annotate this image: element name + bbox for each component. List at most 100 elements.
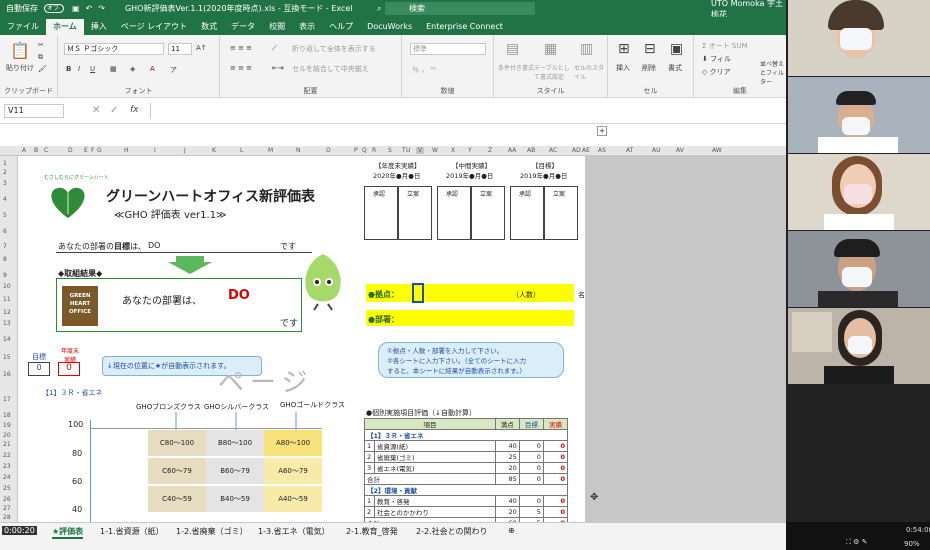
group-font: ＭＳ Ｐゴシック 11 A↑ B I U ▦ ◈ A ア フォント [58, 35, 220, 98]
delete-cells-button[interactable]: 削除 [642, 63, 656, 73]
function-icon[interactable]: fx [130, 105, 139, 115]
paste-icon[interactable]: 📋 [10, 41, 30, 60]
merge-center-button[interactable]: セルを結合して中央揃え [292, 64, 369, 74]
format-painter-icon[interactable]: 🖌 [38, 65, 47, 73]
expand-icon[interactable]: + [597, 126, 607, 136]
align-left-icon[interactable]: ≡ ≡ ≡ [230, 64, 252, 72]
table-row: 1 省資源(紙) 40 0 0 [364, 440, 569, 452]
fill-button[interactable]: ⬇ フィル [702, 54, 731, 64]
format-cells-icon[interactable]: ▣ [670, 41, 683, 57]
search-box[interactable]: ⌕ 検索 [377, 2, 535, 15]
sheet-tab-evaluation[interactable]: ★評価表 [52, 526, 84, 539]
insert-cells-icon[interactable]: ⊞ [618, 41, 630, 57]
grade-a-60: A60～79 [264, 458, 322, 484]
sheet-tab-energy[interactable]: 1-3.省エネ（電気） [258, 526, 330, 537]
undo-icon[interactable]: ↶ [86, 4, 93, 13]
tab-review[interactable]: 校閲 [262, 19, 292, 35]
fullscreen-icon[interactable]: ⛶ ⚙ ✎ [846, 538, 868, 547]
phonetic-icon[interactable]: ア [170, 65, 177, 75]
border-icon[interactable]: ▦ [110, 65, 117, 73]
grade-c-60: C60～79 [148, 458, 206, 484]
orientation-icon[interactable]: ⟋ [272, 44, 277, 53]
sort-filter-button[interactable]: 並べ替えとフィルター [760, 59, 786, 86]
save-icon[interactable]: ▣ [72, 4, 80, 13]
table-row: 合計 85 0 0 [364, 473, 569, 485]
tab-help[interactable]: ヘルプ [322, 19, 360, 35]
conditional-format-button[interactable]: 条件付き書式 [498, 63, 534, 72]
table-format-icon[interactable]: ▦ [544, 41, 557, 57]
grade-a-80: A80～100 [264, 430, 322, 456]
autosave-label: 自動保存 [6, 4, 38, 13]
cell-style-button[interactable]: セルのスタイル [574, 63, 606, 81]
cell-style-icon[interactable]: ▥ [580, 41, 593, 57]
side-char: 名 [578, 291, 585, 299]
section1-title: 【1】３Ｒ・省エネ [42, 389, 103, 397]
formula-bar: V11 ✕ ✓ fx [0, 98, 786, 124]
underline-button[interactable]: U [90, 65, 95, 73]
people-label: （人数） [512, 291, 540, 299]
sheet-tab-education[interactable]: 2-1.教育_啓発 [346, 526, 398, 537]
table-row: 1 教育・啓発 40 0 0 [364, 495, 569, 507]
cut-icon[interactable]: ✂ [38, 41, 44, 49]
name-box[interactable]: V11 [4, 104, 64, 118]
table-row: 【1】３Ｒ・省エネ [364, 429, 568, 441]
tab-docuworks[interactable]: DocuWorks [360, 19, 419, 35]
font-name-select[interactable]: ＭＳ Ｐゴシック [64, 43, 164, 55]
selected-cell-v11[interactable] [412, 283, 424, 303]
video-zoom: 90% [904, 540, 920, 548]
copy-icon[interactable]: ⧉ [38, 53, 43, 62]
dept-label: ●部署： [368, 315, 399, 324]
face-mask [848, 336, 872, 354]
formula-input[interactable] [150, 103, 780, 119]
sheet-tab-waste[interactable]: 1-2.省廃棄（ゴミ） [176, 526, 248, 537]
enter-icon[interactable]: ✓ [110, 105, 118, 116]
autosave-toggle[interactable]: オフ [44, 4, 64, 13]
conditional-format-icon[interactable]: ▤ [506, 41, 519, 57]
wrap-text-button[interactable]: 折り返して全体を表示する [292, 44, 376, 54]
format-cells-button[interactable]: 書式 [668, 63, 682, 73]
number-format-select[interactable]: 標準 [410, 43, 486, 55]
cancel-icon[interactable]: ✕ [92, 105, 100, 116]
row-headers: 1 2 3 4 5 6 7 8 9 10 11 12 13 14 15 16 1… [0, 156, 18, 522]
sign-box-4[interactable]: 立案 [471, 186, 505, 240]
sign-box-5[interactable]: 承認 [510, 186, 544, 240]
clear-button[interactable]: ◇ クリア [702, 67, 731, 77]
grade-b-60: B60～79 [206, 458, 264, 484]
align-top-icon[interactable]: ≡ ≡ ≡ [230, 44, 252, 52]
yaxis-100: 100 [68, 420, 84, 429]
sign-box-1[interactable]: 承認 [364, 186, 398, 240]
tab-view[interactable]: 表示 [292, 19, 322, 35]
font-color-icon[interactable]: A [150, 65, 155, 73]
down-arrow-icon [168, 256, 212, 274]
autosum-button[interactable]: Σ オート SUM [702, 41, 748, 51]
sheet-tabs-bar: 0:00:20 ★評価表 1-1.省資源（紙） 1-2.省廃棄（ゴミ） 1-3.… [0, 522, 786, 539]
yaxis-80: 80 [72, 449, 83, 458]
insert-cells-button[interactable]: 挿入 [616, 63, 630, 73]
sheet-tab-paper[interactable]: 1-1.省資源（紙） [100, 526, 164, 537]
target-label: 目標 [32, 353, 46, 361]
tab-data[interactable]: データ [224, 19, 262, 35]
table-format-button[interactable]: テーブルとして書式設定 [534, 63, 572, 81]
sheet-tab-society[interactable]: 2-2.社会との関わり [416, 526, 488, 537]
redo-icon[interactable]: ↷ [98, 4, 105, 13]
font-size-select[interactable]: 11 [168, 43, 192, 55]
sign-box-2[interactable]: 立案 [398, 186, 432, 240]
tab-insert[interactable]: 挿入 [84, 19, 114, 35]
tab-file[interactable]: ファイル [0, 19, 46, 35]
percent-icon[interactable]: ％ ， ⁰⁰ [412, 65, 436, 75]
fill-color-icon[interactable]: ◈ [130, 65, 135, 73]
worksheet-page[interactable]: むさしむらにグリーンハート グリーンハートオフィス新評価表 ≪GHO 評価表 v… [18, 156, 585, 529]
font-grow-icon[interactable]: A↑ [196, 44, 207, 52]
paste-button[interactable]: 貼り付け [6, 63, 34, 73]
tab-home[interactable]: ホーム [46, 19, 84, 35]
indent-icon[interactable]: ⇤⇥ [272, 64, 284, 72]
tab-enterprise-connect[interactable]: Enterprise Connect [419, 19, 510, 35]
add-sheet-icon[interactable]: ⊕ [508, 526, 515, 535]
sign-box-3[interactable]: 承認 [437, 186, 471, 240]
italic-button[interactable]: I [78, 65, 80, 73]
tab-formulas[interactable]: 数式 [194, 19, 224, 35]
tab-page-layout[interactable]: ページ レイアウト [114, 19, 194, 35]
bold-button[interactable]: B [66, 65, 71, 73]
delete-cells-icon[interactable]: ⊟ [644, 41, 656, 57]
sign-box-6[interactable]: 立案 [544, 186, 578, 240]
